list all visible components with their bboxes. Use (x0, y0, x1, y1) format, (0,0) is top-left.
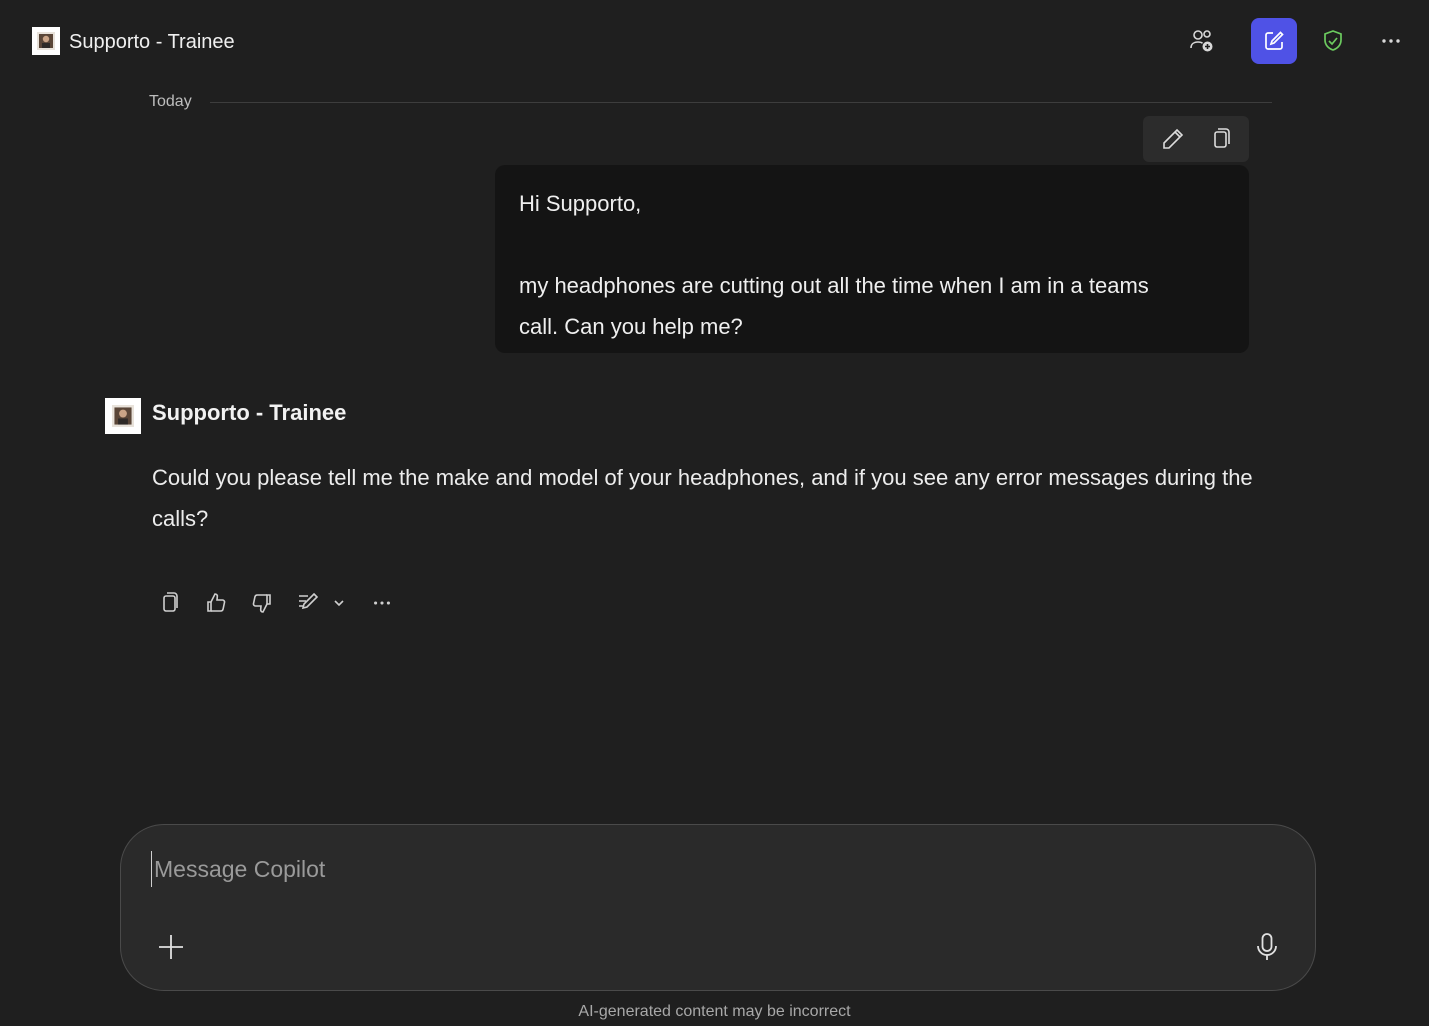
user-message-toolbar (1143, 116, 1249, 162)
chevron-down-icon (334, 600, 344, 607)
bot-name: Supporto - Trainee (152, 400, 347, 425)
header: Supporto - Trainee (0, 0, 1429, 84)
bot-message-actions (150, 583, 408, 623)
compose-icon (1265, 31, 1284, 50)
chat-title: Supporto - Trainee (69, 31, 235, 53)
avatar-image-icon (112, 405, 134, 427)
dislike-button[interactable] (242, 583, 282, 623)
date-divider-label: Today (149, 93, 192, 110)
agent-avatar (32, 27, 60, 55)
bot-avatar (105, 398, 141, 434)
shield-check-icon (1324, 30, 1342, 51)
edit-options-dropdown[interactable] (328, 583, 350, 623)
thumbs-down-icon (252, 594, 271, 613)
protection-button[interactable] (1310, 18, 1356, 64)
microphone-button[interactable] (1247, 927, 1287, 967)
more-icon (374, 601, 390, 605)
people-add-icon (1190, 30, 1213, 52)
copy-icon (1213, 128, 1230, 148)
message-input[interactable] (151, 851, 1231, 887)
edit-icon (1162, 128, 1183, 149)
copilot-chat-window: Supporto - Trainee Today Hi Supporto, my… (0, 0, 1429, 1026)
edit-message-button[interactable] (1153, 119, 1193, 159)
date-divider-line (210, 102, 1272, 103)
copy-icon (163, 592, 178, 612)
avatar-image-icon (37, 32, 55, 50)
plus-icon (159, 935, 183, 959)
more-icon (1382, 39, 1400, 43)
message-composer (120, 824, 1316, 991)
ai-disclaimer: AI-generated content may be incorrect (578, 1003, 851, 1020)
more-actions-button[interactable] (362, 583, 402, 623)
copy-response-button[interactable] (150, 583, 190, 623)
bot-message-text: Could you please tell me the make and mo… (152, 465, 1253, 531)
new-chat-button[interactable] (1251, 18, 1297, 64)
add-attachment-button[interactable] (151, 927, 191, 967)
user-message-bubble: Hi Supporto, my headphones are cutting o… (495, 165, 1249, 353)
user-message-line: Hi Supporto, (519, 191, 642, 216)
thumbs-up-icon (207, 593, 226, 612)
edit-in-pages-button[interactable] (288, 583, 328, 623)
edit-draft-icon (299, 592, 319, 610)
like-button[interactable] (196, 583, 236, 623)
user-message-line: my headphones are cutting out all the ti… (519, 273, 1149, 298)
add-people-button[interactable] (1179, 18, 1225, 64)
microphone-icon (1257, 933, 1277, 960)
more-options-button[interactable] (1368, 18, 1414, 64)
copy-message-button[interactable] (1200, 119, 1240, 159)
user-message-line: call. Can you help me? (519, 314, 743, 339)
